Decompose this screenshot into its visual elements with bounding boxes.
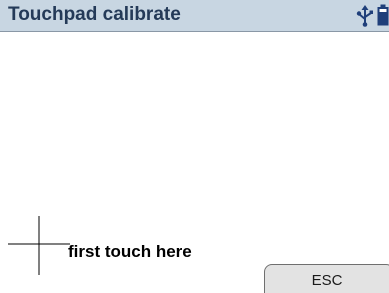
crosshair-icon[interactable] (0, 0, 389, 293)
esc-button[interactable]: ESC (264, 264, 389, 293)
esc-button-label: ESC (311, 272, 343, 289)
calibration-instruction: first touch here (68, 242, 192, 261)
touchpad-calibrate-screen[interactable]: Touchpad calibrate first touch here ESC (0, 0, 389, 293)
